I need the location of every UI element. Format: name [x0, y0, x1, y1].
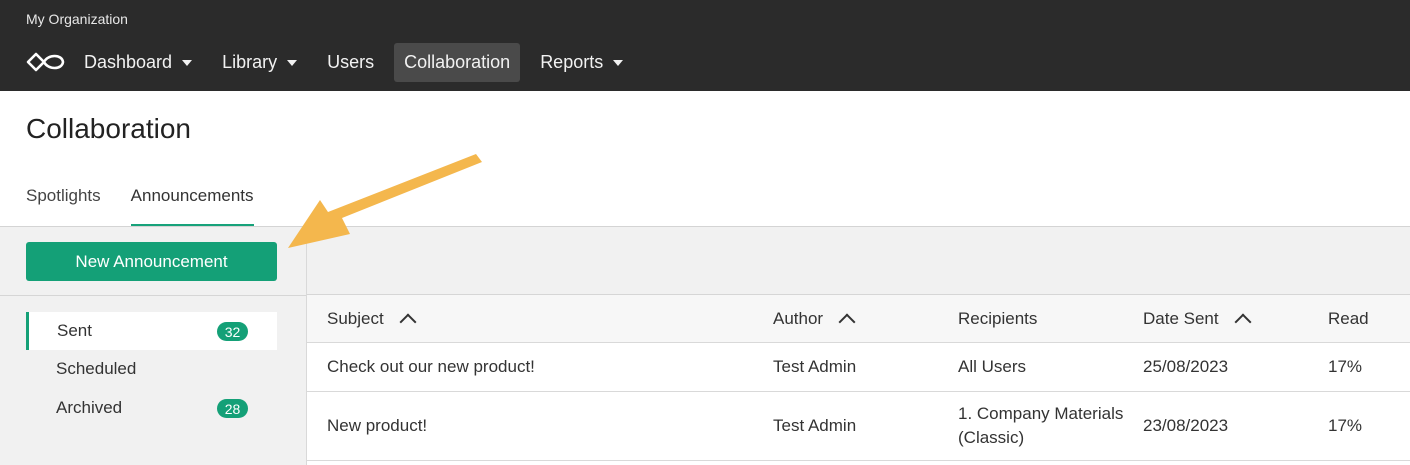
- sidebar-divider: [0, 295, 306, 296]
- table-row[interactable]: Check out our new product! Test Admin Al…: [307, 343, 1410, 392]
- cell-author: Test Admin: [773, 357, 857, 376]
- cell-recipients: All Users: [958, 357, 1027, 376]
- column-header-date-label: Date Sent: [1143, 308, 1219, 328]
- column-header-subject[interactable]: Subject: [327, 295, 757, 342]
- column-header-recipients-label: Recipients: [958, 308, 1038, 328]
- folder-sent-label: Sent: [57, 321, 92, 340]
- column-header-recipients: Recipients: [958, 295, 1133, 342]
- nav-users[interactable]: Users: [317, 43, 384, 82]
- column-header-date-sent[interactable]: Date Sent: [1143, 295, 1313, 342]
- cell-date-sent: 23/08/2023: [1143, 416, 1229, 435]
- column-header-read-label: Read: [1328, 308, 1369, 328]
- caret-down-icon: [613, 59, 624, 66]
- cell-recipients: 1. Company Materials (Classic): [958, 404, 1124, 447]
- table-row[interactable]: New product! Test Admin 1. Company Mater…: [307, 392, 1410, 461]
- column-header-author-label: Author: [773, 308, 824, 328]
- nav-dashboard-label: Dashboard: [84, 52, 173, 72]
- list-toolbar: [307, 227, 1410, 295]
- tab-announcements[interactable]: Announcements: [130, 184, 254, 226]
- folder-scheduled-label: Scheduled: [56, 359, 137, 378]
- nav-dashboard[interactable]: Dashboard: [74, 43, 202, 82]
- nav-library[interactable]: Library: [212, 43, 307, 82]
- nav-reports-label: Reports: [540, 52, 604, 72]
- column-header-read: Read: [1328, 295, 1408, 342]
- sent-count-badge: 32: [217, 322, 248, 341]
- tab-bar: Spotlights Announcements: [26, 184, 284, 226]
- chevron-up-icon[interactable]: [838, 313, 856, 331]
- folder-sent[interactable]: Sent 32: [26, 312, 277, 350]
- nav-library-label: Library: [222, 52, 278, 72]
- caret-down-icon: [287, 59, 298, 66]
- cell-subject[interactable]: Check out our new product!: [327, 343, 757, 391]
- chevron-up-icon[interactable]: [399, 313, 417, 331]
- column-header-author[interactable]: Author: [773, 295, 943, 342]
- cell-subject[interactable]: New product!: [327, 392, 757, 460]
- new-announcement-button[interactable]: New Announcement: [26, 242, 277, 281]
- main-nav: Dashboard Library Users Collaboration Re…: [74, 43, 643, 82]
- tab-spotlights[interactable]: Spotlights: [26, 184, 101, 226]
- infinity-logo-icon[interactable]: [26, 50, 66, 74]
- top-nav-bar: My Organization Dashboard Library Users …: [0, 0, 1410, 91]
- archived-count-badge: 28: [217, 399, 248, 418]
- nav-collaboration-label: Collaboration: [404, 52, 511, 72]
- cell-author: Test Admin: [773, 416, 857, 435]
- folder-archived-label: Archived: [56, 398, 123, 417]
- nav-users-label: Users: [327, 52, 375, 72]
- column-header-subject-label: Subject: [327, 308, 384, 328]
- folder-archived[interactable]: Archived 28: [26, 389, 277, 427]
- folder-scheduled[interactable]: Scheduled: [26, 350, 277, 388]
- announcements-table: Subject Author Recipients Date Sent Read…: [307, 295, 1410, 461]
- chevron-up-icon[interactable]: [1234, 313, 1252, 331]
- cell-read: 17%: [1328, 416, 1363, 435]
- folder-sidebar: New Announcement Sent 32 Scheduled Archi…: [0, 227, 307, 465]
- cell-date-sent: 25/08/2023: [1143, 357, 1229, 376]
- page-title: Collaboration: [26, 113, 191, 144]
- cell-read: 17%: [1328, 357, 1363, 376]
- nav-reports[interactable]: Reports: [530, 43, 633, 82]
- nav-collaboration[interactable]: Collaboration: [394, 43, 521, 82]
- table-header-row: Subject Author Recipients Date Sent Read: [307, 295, 1410, 343]
- caret-down-icon: [182, 59, 193, 66]
- organization-name: My Organization: [26, 11, 128, 27]
